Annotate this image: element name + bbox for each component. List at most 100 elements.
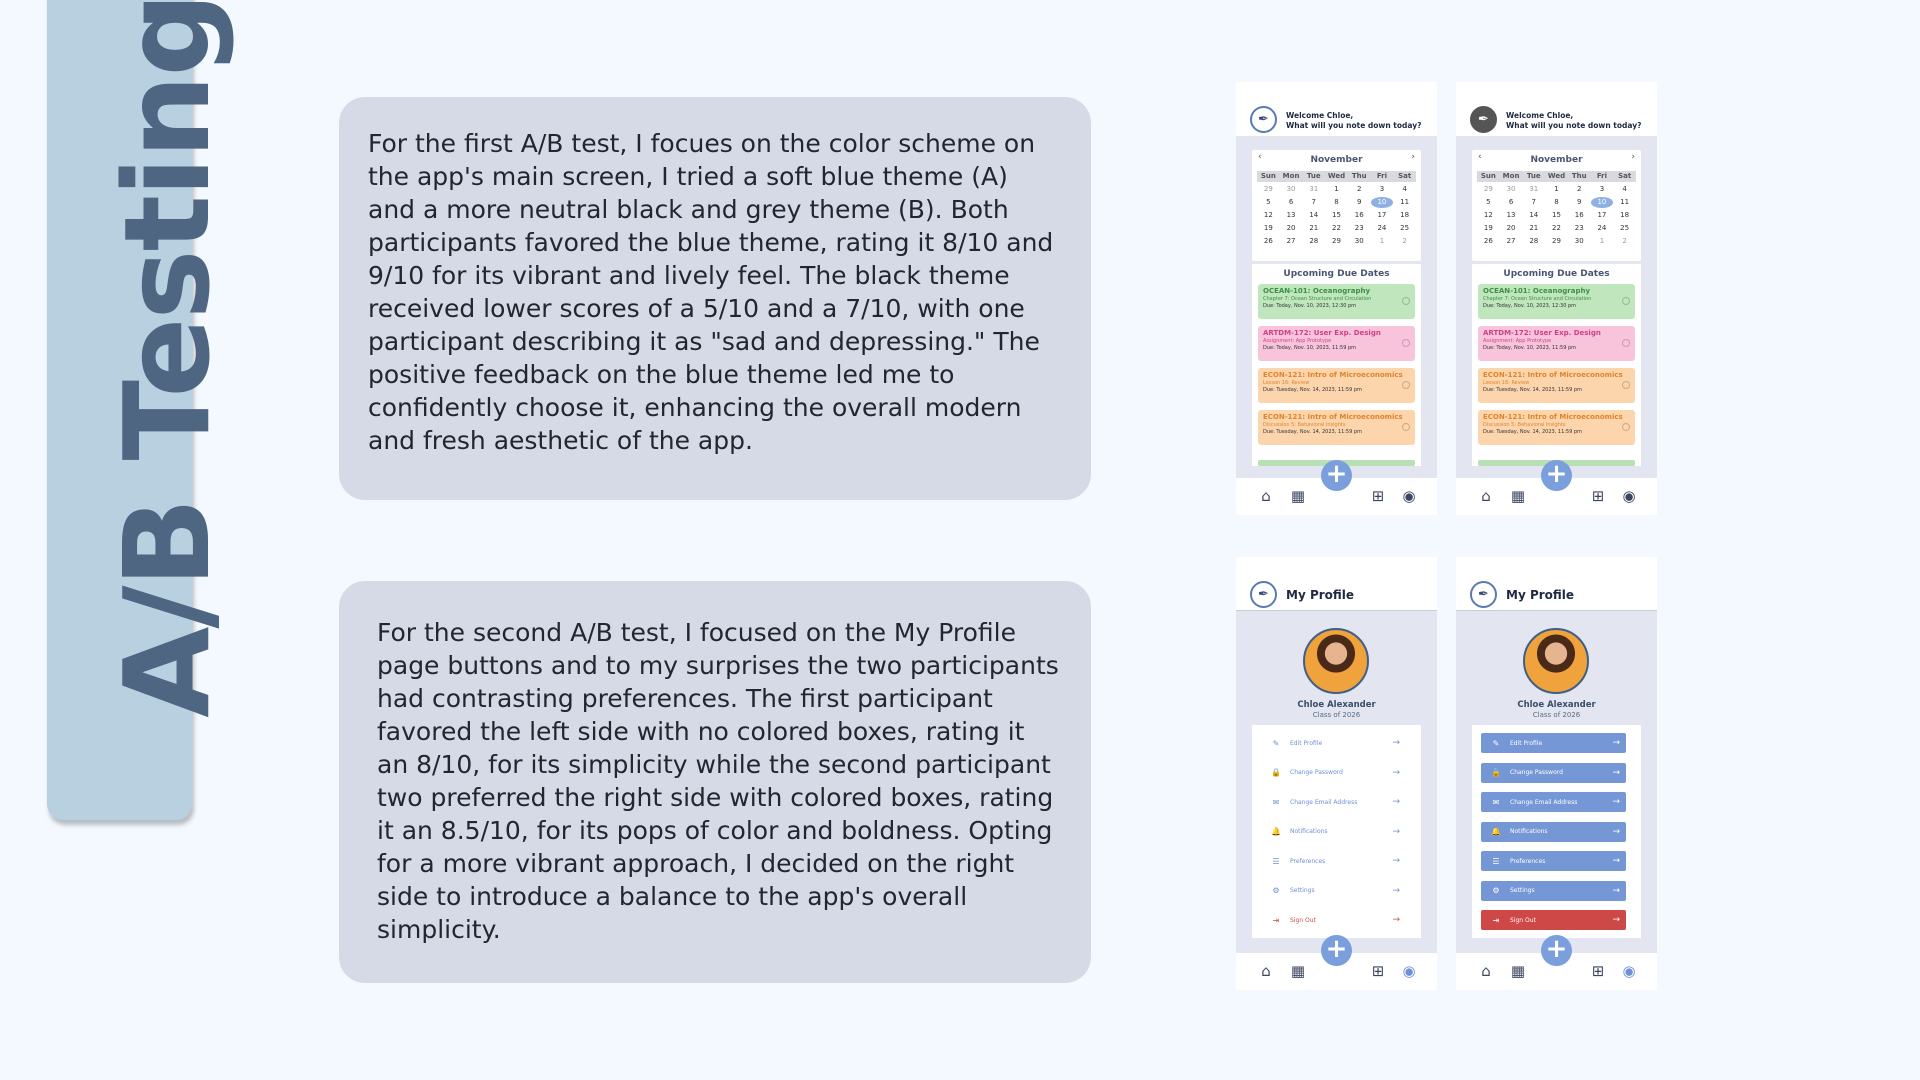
calendar-day[interactable]: 5 <box>1477 197 1500 208</box>
due-item[interactable]: OCEAN-101: Oceanography Chapter 7: Ocean… <box>1258 284 1415 319</box>
calendar-day[interactable]: 11 <box>1393 197 1416 208</box>
prev-month-icon[interactable]: ‹ <box>1258 152 1262 162</box>
calendar-icon[interactable]: ▦ <box>1508 486 1528 506</box>
avatar[interactable] <box>1303 628 1369 694</box>
change-password-button[interactable]: 🔒 Change Password → <box>1481 762 1626 783</box>
due-item[interactable]: ARTDM-172: User Exp. Design Assignment: … <box>1258 326 1415 361</box>
calendar-day[interactable]: 10 <box>1590 197 1614 208</box>
home-icon[interactable]: ⌂ <box>1476 961 1496 981</box>
calendar-day[interactable]: 19 <box>1477 223 1500 234</box>
change-password-button[interactable]: 🔒 Change Password → <box>1261 763 1406 783</box>
calendar-day[interactable]: 4 <box>1613 184 1636 195</box>
calendar-day[interactable]: 2 <box>1568 184 1591 195</box>
calendar-day[interactable]: 22 <box>1325 223 1348 234</box>
calendar-day[interactable]: 31 <box>1522 184 1545 195</box>
profile-icon[interactable]: ◉ <box>1399 961 1419 981</box>
calendar-day[interactable]: 29 <box>1325 236 1348 247</box>
calendar-day[interactable]: 3 <box>1591 184 1614 195</box>
checkbox[interactable] <box>1402 423 1410 431</box>
calendar-day[interactable]: 18 <box>1613 210 1636 221</box>
grid-icon[interactable]: ⊞ <box>1588 486 1608 506</box>
calendar-day[interactable]: 13 <box>1500 210 1523 221</box>
calendar-day[interactable]: 3 <box>1371 184 1394 195</box>
calendar-day[interactable]: 20 <box>1280 223 1303 234</box>
edit-profile-button[interactable]: ✎ Edit Profile → <box>1481 733 1626 753</box>
change-email-address-button[interactable]: ✉ Change Email Address → <box>1261 792 1406 812</box>
calendar-day[interactable]: 14 <box>1302 210 1325 221</box>
calendar-day[interactable]: 20 <box>1500 223 1523 234</box>
due-item[interactable]: ECON-121: Intro of Microeconomics Lesson… <box>1258 368 1415 403</box>
calendar-day[interactable]: 30 <box>1348 236 1371 247</box>
calendar-day[interactable]: 1 <box>1371 236 1394 247</box>
calendar-day[interactable]: 27 <box>1280 236 1303 247</box>
preferences-button[interactable]: ☰ Preferences → <box>1261 851 1406 871</box>
settings-button[interactable]: ⚙ Settings → <box>1261 881 1406 901</box>
calendar-day[interactable]: 25 <box>1613 223 1636 234</box>
due-item[interactable]: ECON-121: Intro of Microeconomics Lesson… <box>1478 368 1635 403</box>
avatar[interactable] <box>1523 628 1589 694</box>
grid-icon[interactable]: ⊞ <box>1368 486 1388 506</box>
notifications-button[interactable]: 🔔 Notifications → <box>1481 821 1626 842</box>
calendar-day[interactable]: 21 <box>1522 223 1545 234</box>
calendar-day[interactable]: 2 <box>1613 236 1636 247</box>
checkbox[interactable] <box>1622 423 1630 431</box>
calendar-icon[interactable]: ▦ <box>1288 486 1308 506</box>
grid-icon[interactable]: ⊞ <box>1368 961 1388 981</box>
add-button[interactable]: + <box>1321 460 1352 491</box>
home-icon[interactable]: ⌂ <box>1256 486 1276 506</box>
calendar-day[interactable]: 19 <box>1257 223 1280 234</box>
checkbox[interactable] <box>1402 297 1410 305</box>
calendar-day[interactable]: 27 <box>1500 236 1523 247</box>
settings-button[interactable]: ⚙ Settings → <box>1481 880 1626 901</box>
calendar-day[interactable]: 16 <box>1568 210 1591 221</box>
change-email-address-button[interactable]: ✉ Change Email Address → <box>1481 792 1626 812</box>
calendar-day[interactable]: 1 <box>1325 184 1348 195</box>
calendar-day[interactable]: 24 <box>1371 223 1394 234</box>
notifications-button[interactable]: 🔔 Notifications → <box>1261 822 1406 842</box>
calendar-day[interactable]: 6 <box>1500 197 1523 208</box>
due-item[interactable]: ARTDM-172: User Exp. Design Assignment: … <box>1478 326 1635 361</box>
calendar-day[interactable]: 29 <box>1545 236 1568 247</box>
due-item[interactable]: ECON-121: Intro of Microeconomics Discus… <box>1258 410 1415 445</box>
calendar-icon[interactable]: ▦ <box>1508 961 1528 981</box>
calendar-day[interactable]: 9 <box>1568 197 1591 208</box>
calendar-day[interactable]: 22 <box>1545 223 1568 234</box>
checkbox[interactable] <box>1622 339 1630 347</box>
profile-icon[interactable]: ◉ <box>1619 961 1639 981</box>
calendar-day[interactable]: 31 <box>1302 184 1325 195</box>
add-button[interactable]: + <box>1321 935 1352 966</box>
calendar-icon[interactable]: ▦ <box>1288 961 1308 981</box>
calendar-day[interactable]: 13 <box>1280 210 1303 221</box>
calendar-day[interactable]: 21 <box>1302 223 1325 234</box>
calendar-day[interactable]: 25 <box>1393 223 1416 234</box>
calendar-day[interactable]: 12 <box>1257 210 1280 221</box>
calendar-day[interactable]: 26 <box>1257 236 1280 247</box>
calendar-day[interactable]: 12 <box>1477 210 1500 221</box>
calendar-day[interactable]: 10 <box>1370 197 1394 208</box>
sign-out-button[interactable]: ⇥ Sign Out → <box>1481 910 1626 930</box>
profile-icon[interactable]: ◉ <box>1619 486 1639 506</box>
calendar-day[interactable]: 29 <box>1477 184 1500 195</box>
calendar-day[interactable]: 29 <box>1257 184 1280 195</box>
calendar-day[interactable]: 28 <box>1522 236 1545 247</box>
due-item[interactable]: OCEAN-101: Oceanography Chapter 7: Ocean… <box>1478 284 1635 319</box>
calendar-day[interactable]: 8 <box>1325 197 1348 208</box>
calendar-day[interactable]: 24 <box>1591 223 1614 234</box>
calendar-day[interactable]: 30 <box>1280 184 1303 195</box>
calendar-day[interactable]: 11 <box>1613 197 1636 208</box>
calendar-day[interactable]: 17 <box>1591 210 1614 221</box>
home-icon[interactable]: ⌂ <box>1256 961 1276 981</box>
calendar-day[interactable]: 7 <box>1522 197 1545 208</box>
preferences-button[interactable]: ☰ Preferences → <box>1481 851 1626 871</box>
calendar-day[interactable]: 18 <box>1393 210 1416 221</box>
checkbox[interactable] <box>1622 381 1630 389</box>
checkbox[interactable] <box>1402 339 1410 347</box>
grid-icon[interactable]: ⊞ <box>1588 961 1608 981</box>
profile-icon[interactable]: ◉ <box>1399 486 1419 506</box>
next-month-icon[interactable]: › <box>1631 152 1635 162</box>
calendar-day[interactable]: 23 <box>1568 223 1591 234</box>
calendar-day[interactable]: 30 <box>1500 184 1523 195</box>
calendar-day[interactable]: 26 <box>1477 236 1500 247</box>
calendar-day[interactable]: 16 <box>1348 210 1371 221</box>
calendar-day[interactable]: 5 <box>1257 197 1280 208</box>
